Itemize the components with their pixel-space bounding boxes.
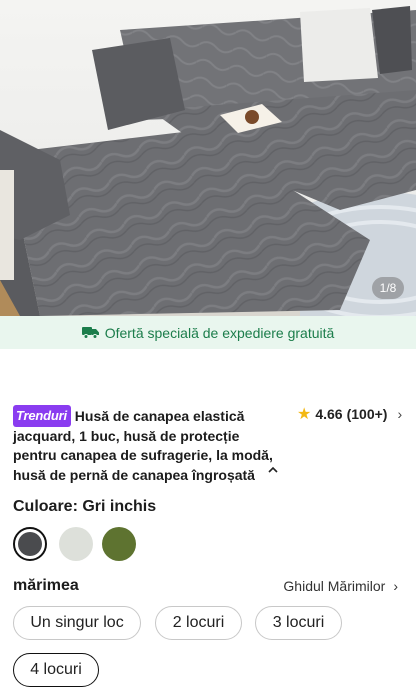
truck-icon: [81, 327, 99, 339]
chevron-right-icon: ›: [397, 406, 403, 422]
size-guide-link[interactable]: Ghidul Mărimilor ›: [283, 578, 398, 594]
review-count: (100+): [346, 406, 388, 422]
swatch-dot: [59, 527, 93, 561]
chevron-right-icon: ›: [393, 578, 398, 594]
size-guide-text: Ghidul Mărimilor: [283, 578, 386, 594]
color-label: Culoare: Gri inchis: [13, 498, 157, 515]
size-option-2[interactable]: 2 locuri: [155, 606, 242, 640]
swatch-cream[interactable]: [59, 527, 93, 561]
trend-badge: Trenduri: [13, 405, 71, 427]
swatch-green[interactable]: [102, 527, 136, 561]
rating-summary[interactable]: ★ 4.66 (100+) ›: [297, 404, 402, 424]
rating-value: 4.66: [315, 406, 343, 422]
sofa-photo: [0, 0, 416, 316]
size-option-4[interactable]: 4 locuri: [13, 653, 99, 687]
chevron-up-icon[interactable]: [266, 463, 280, 477]
swatch-dot: [102, 527, 136, 561]
product-title: Trenduri Husă de canapea elastică jacqua…: [13, 405, 285, 485]
star-icon: ★: [297, 406, 312, 423]
size-option-single[interactable]: Un singur loc: [13, 606, 141, 640]
size-option-3[interactable]: 3 locuri: [255, 606, 342, 640]
swatch-dot: [18, 532, 42, 556]
size-label: mărimea: [13, 577, 79, 594]
free-shipping-banner[interactable]: Ofertă specială de expediere gratuită: [0, 316, 416, 349]
shipping-text: Ofertă specială de expediere gratuită: [104, 324, 335, 341]
swatch-dark-grey[interactable]: [13, 527, 47, 561]
product-image[interactable]: 1/8: [0, 0, 416, 316]
image-counter: 1/8: [372, 277, 404, 299]
